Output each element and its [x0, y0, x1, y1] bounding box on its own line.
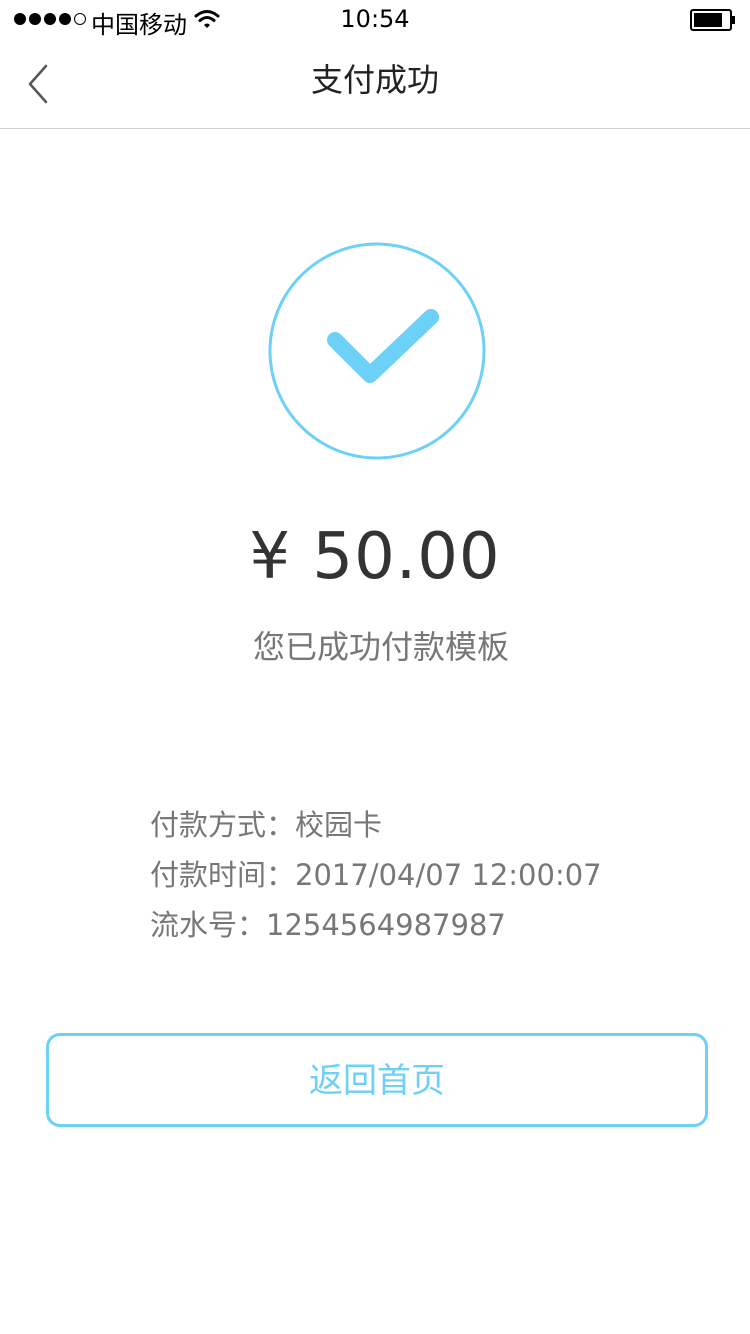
payment-details: 付款方式：校园卡 付款时间：2017/04/07 12:00:07 流水号：12… — [150, 805, 602, 955]
payment-method: 付款方式：校园卡 — [150, 808, 383, 842]
battery-icon — [690, 9, 735, 31]
serial-number: 流水号：1254564987987 — [150, 908, 506, 942]
return-home-button[interactable]: 返回首页 — [46, 1033, 708, 1127]
status-time: 10:54 — [340, 5, 410, 33]
success-message: 您已成功付款模板 — [252, 628, 509, 666]
navigation-bar: 支付成功 — [0, 40, 750, 129]
page-title: 支付成功 — [310, 61, 439, 99]
checkmark-circle-icon — [268, 242, 486, 460]
payment-success-screen: 中国移动 10:54 支付成功 ¥ 50.00 您已成功付款模板 付款方式：校园… — [0, 0, 750, 1334]
payment-amount: ¥ 50.00 — [249, 520, 501, 594]
status-bar: 中国移动 10:54 — [0, 0, 750, 40]
payment-time: 付款时间：2017/04/07 12:00:07 — [150, 858, 602, 892]
